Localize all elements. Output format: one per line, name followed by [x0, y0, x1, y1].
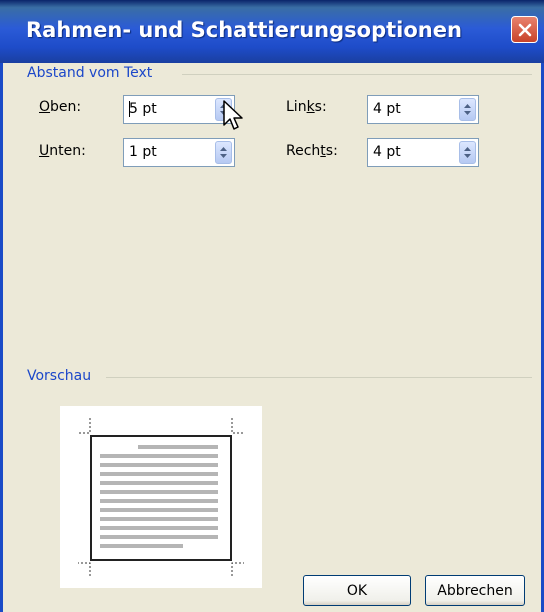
top-label: Oben:: [39, 99, 82, 115]
bottom-label: Unten:: [39, 143, 86, 159]
right-spinner[interactable]: 4 pt: [367, 138, 479, 167]
text-caret: [129, 101, 130, 117]
left-spinner[interactable]: 4 pt: [367, 95, 479, 124]
right-spin-arrows[interactable]: [459, 141, 476, 164]
ok-button[interactable]: OK: [303, 575, 411, 606]
right-label: Rechts:: [286, 143, 338, 159]
right-value: 4 pt: [373, 144, 401, 160]
close-button[interactable]: [511, 16, 538, 43]
preview-group-label: Vorschau: [27, 368, 92, 384]
left-label: Links:: [286, 99, 327, 115]
left-spin-arrows[interactable]: [459, 98, 476, 121]
preview-pane: [60, 406, 262, 588]
cancel-button[interactable]: Abbrechen: [425, 575, 525, 606]
spin-arrows-icon: [464, 147, 471, 158]
page-preview-illustration: [78, 418, 244, 576]
distance-group-divider: [182, 74, 532, 75]
spin-arrows-icon: [220, 147, 227, 158]
left-value: 4 pt: [373, 101, 401, 117]
top-value: 5 pt: [129, 101, 157, 117]
dialog-title: Rahmen- und Schattierungsoptionen: [26, 18, 462, 42]
title-bar: Rahmen- und Schattierungsoptionen: [0, 0, 544, 63]
window-frame-left: [0, 63, 3, 612]
spin-arrows-icon: [464, 104, 471, 115]
close-icon: [518, 23, 531, 36]
bottom-spin-arrows[interactable]: [215, 141, 232, 164]
bottom-spinner[interactable]: 1 pt: [123, 138, 235, 167]
mouse-pointer-icon: [223, 100, 243, 130]
distance-group-label: Abstand vom Text: [27, 65, 153, 81]
bottom-value: 1 pt: [129, 144, 157, 160]
preview-group-divider: [106, 377, 532, 378]
top-spinner[interactable]: 5 pt: [123, 95, 235, 124]
